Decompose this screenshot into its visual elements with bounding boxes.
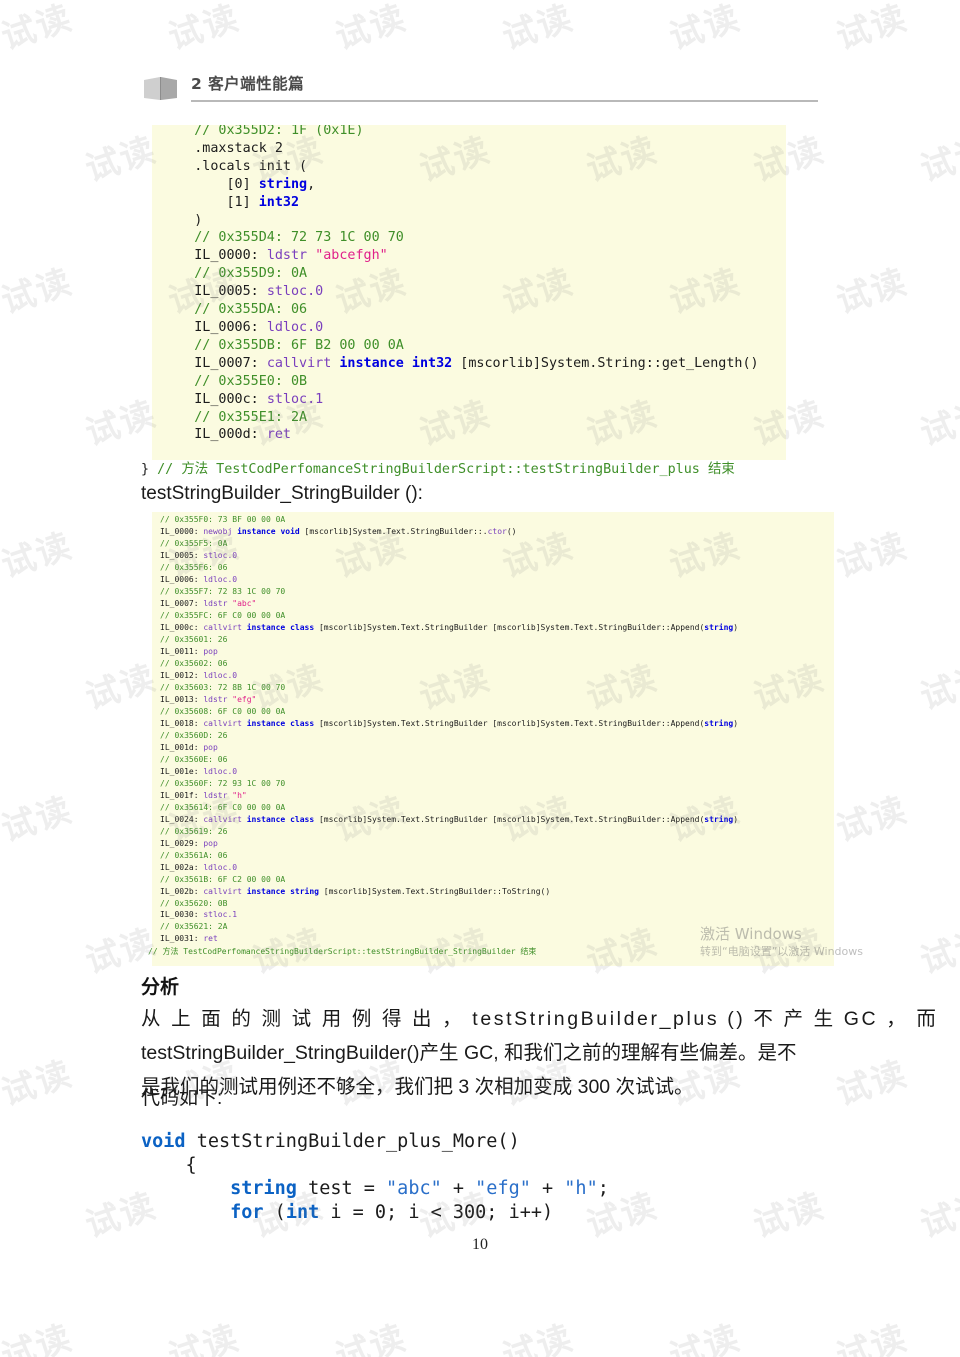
code-line: // 0x3560F: 72 93 1C 00 70 bbox=[160, 778, 286, 788]
code-line: IL_000d: ret bbox=[162, 427, 291, 443]
code-line: IL_0024: callvirt instance class [mscorl… bbox=[160, 814, 739, 824]
code-line: [1] int32 bbox=[162, 194, 300, 210]
code-line: IL_000c: callvirt instance class [mscorl… bbox=[160, 622, 739, 632]
code-line: // 0x355D9: 0A bbox=[162, 266, 308, 282]
code-line: // 0x355DB: 6F B2 00 00 0A bbox=[162, 337, 404, 353]
code-line: .maxstack 2 bbox=[162, 140, 283, 156]
code-block-csharp-more: void testStringBuilder_plus_More() { str… bbox=[141, 1130, 831, 1224]
analysis-line-2: testStringBuilder_StringBuilder()产生 GC, … bbox=[141, 1042, 797, 1064]
code-line: // 0x35619: 26 bbox=[160, 826, 228, 836]
code-line: IL_0007: callvirt instance int32 [mscorl… bbox=[162, 355, 759, 371]
code-line: IL_0031: ret bbox=[160, 934, 218, 944]
code-line: [0] string, bbox=[162, 176, 316, 192]
code-line: IL_0005: stloc.0 bbox=[162, 284, 324, 300]
code-line: { bbox=[141, 1154, 197, 1176]
code-line: ) bbox=[162, 212, 203, 228]
book-icon bbox=[144, 77, 177, 100]
code-line: IL_0029: pop bbox=[160, 838, 218, 848]
code-line: // 0x35602: 06 bbox=[160, 658, 228, 668]
code-line: // 0x35621: 2A bbox=[160, 922, 228, 932]
code-line: .locals init ( bbox=[162, 158, 308, 174]
code-line: IL_001d: pop bbox=[160, 742, 218, 752]
code-line: // 0x355F6: 06 bbox=[160, 562, 228, 572]
code-line: // 0x355F5: 0A bbox=[160, 538, 228, 548]
code-line: IL_0013: ldstr "efg" bbox=[160, 694, 257, 704]
code-line: // 0x355E1: 2A bbox=[162, 409, 308, 425]
caption-string-builder-method: testStringBuilder_StringBuilder (): bbox=[141, 483, 423, 504]
code-line: IL_0030: stloc.1 bbox=[160, 910, 238, 920]
code-line: // 0x3560E: 06 bbox=[160, 754, 228, 764]
analysis-line-1: 从 上 面 的 测 试 用 例 得 出 ， testStringBuilder_… bbox=[141, 1008, 939, 1030]
code-line: IL_001e: ldloc.0 bbox=[160, 766, 238, 776]
code-line: IL_0006: ldloc.0 bbox=[162, 319, 324, 335]
code-line: // 0x3561A: 06 bbox=[160, 850, 228, 860]
code-line: // 0x3561B: 6F C2 00 00 0A bbox=[160, 874, 286, 884]
code-line: // 0x35601: 26 bbox=[160, 634, 228, 644]
chapter-title: 2 客户端性能篇 bbox=[191, 75, 305, 93]
code-line: IL_0000: ldstr "abcefgh" bbox=[162, 248, 388, 264]
running-header: 2 客户端性能篇 bbox=[143, 72, 818, 112]
code-block-il-plus: // 0x355D2: 1F (0x1E) .maxstack 2 .local… bbox=[152, 125, 786, 460]
analysis-line-3: 是我们的测试用例还不够全，我们把 3 次相加变成 300 次试试。 bbox=[141, 1076, 694, 1098]
code-line: IL_0007: ldstr "abc" bbox=[160, 598, 257, 608]
code-line: IL_0012: ldloc.0 bbox=[160, 670, 238, 680]
analysis-paragraph: 从 上 面 的 测 试 用 例 得 出 ， testStringBuilder_… bbox=[141, 1002, 939, 1104]
code-block-il-stringbuilder-end-comment: // 方法 TestCodPerfomanceStringBuilderScri… bbox=[148, 947, 537, 956]
document-page: 2 客户端性能篇 // 0x355D2: 1F (0x1E) .maxstack… bbox=[0, 0, 960, 1357]
header-rule bbox=[191, 100, 818, 102]
code-line: IL_001f: ldstr "h" bbox=[160, 790, 247, 800]
code-line: IL_0000: newobj instance void [mscorlib]… bbox=[160, 526, 517, 536]
code-line: IL_000c: stloc.1 bbox=[162, 391, 324, 407]
code-line: void testStringBuilder_plus_More() bbox=[141, 1131, 520, 1152]
code-line: // 0x35603: 72 8B 1C 00 70 bbox=[160, 682, 286, 692]
code-line: // 0x355F7: 72 83 1C 00 70 bbox=[160, 586, 286, 596]
code-line: // 0x355D4: 72 73 1C 00 70 bbox=[162, 230, 404, 246]
code-line: // 0x355FC: 6F C0 00 00 0A bbox=[160, 610, 286, 620]
code-line: for (int i = 0; i < 300; i++) bbox=[230, 1201, 554, 1223]
code-line: // 0x3560D: 26 bbox=[160, 730, 228, 740]
code-line: // 0x355DA: 06 bbox=[162, 302, 308, 318]
code-line: IL_0005: stloc.0 bbox=[160, 550, 238, 560]
code-block-il-stringbuilder: // 0x355F0: 73 BF 00 00 0A IL_0000: newob… bbox=[152, 512, 834, 966]
code-line: // 0x355D2: 1F (0x1E) bbox=[162, 125, 364, 138]
caption-code-follows: 代码如下: bbox=[141, 1088, 223, 1109]
analysis-heading: 分析 bbox=[141, 976, 180, 998]
code-line: IL_002a: ldloc.0 bbox=[160, 862, 238, 872]
code-line: // 0x355F0: 73 BF 00 00 0A bbox=[160, 515, 286, 524]
code-line: // 0x35614: 6F C0 00 00 0A bbox=[160, 802, 286, 812]
code-block-il-plus-end-comment: } // 方法 TestCodPerfomanceStringBuilderSc… bbox=[141, 462, 735, 477]
code-line: IL_0006: ldloc.0 bbox=[160, 574, 238, 584]
code-line: // 0x35620: 0B bbox=[160, 898, 228, 908]
code-line: IL_0018: callvirt instance class [mscorl… bbox=[160, 718, 739, 728]
page-number: 10 bbox=[472, 1236, 488, 1253]
code-line: string test = "abc" + "efg" + "h"; bbox=[230, 1178, 609, 1200]
code-line: IL_002b: callvirt instance string [mscor… bbox=[160, 886, 551, 896]
code-line: IL_0011: pop bbox=[160, 646, 218, 656]
code-line: // 0x355E0: 0B bbox=[162, 373, 308, 389]
code-line: // 0x35608: 6F C0 00 00 0A bbox=[160, 706, 286, 716]
